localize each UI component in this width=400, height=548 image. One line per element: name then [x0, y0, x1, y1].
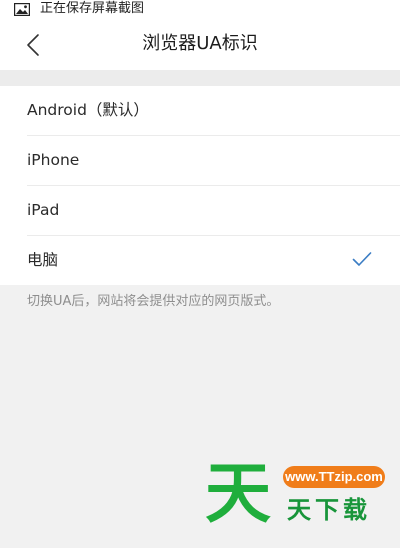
ua-option-iphone[interactable]: iPhone — [27, 136, 400, 186]
option-label: 电脑 — [27, 251, 59, 269]
back-button[interactable] — [18, 30, 48, 60]
option-label: Android（默认） — [27, 101, 149, 119]
option-label: iPad — [27, 201, 60, 219]
watermark-logo: 天 www.TTzip.com 天下载 — [205, 458, 390, 530]
option-label: iPhone — [27, 151, 80, 169]
nav-bar: 浏览器UA标识 — [0, 20, 400, 70]
watermark-big-char: 天 — [205, 455, 271, 532]
status-text: 正在保存屏幕截图 — [40, 1, 145, 16]
section-gap — [0, 70, 400, 86]
ua-option-ipad[interactable]: iPad — [27, 186, 400, 236]
checkmark-icon — [352, 252, 372, 266]
image-icon — [14, 3, 30, 16]
status-bar: 正在保存屏幕截图 — [0, 0, 400, 20]
watermark-text: 天下载 — [287, 496, 371, 524]
page-title: 浏览器UA标识 — [142, 33, 258, 54]
watermark-url: www.TTzip.com — [283, 466, 385, 488]
ua-option-pc[interactable]: 电脑 — [0, 236, 400, 285]
ua-option-android[interactable]: Android（默认） — [27, 86, 400, 136]
ua-option-list: Android（默认） iPhone iPad 电脑 — [0, 86, 400, 285]
footer-note: 切换UA后，网站将会提供对应的网页版式。 — [27, 294, 280, 309]
chevron-left-icon — [27, 34, 39, 56]
